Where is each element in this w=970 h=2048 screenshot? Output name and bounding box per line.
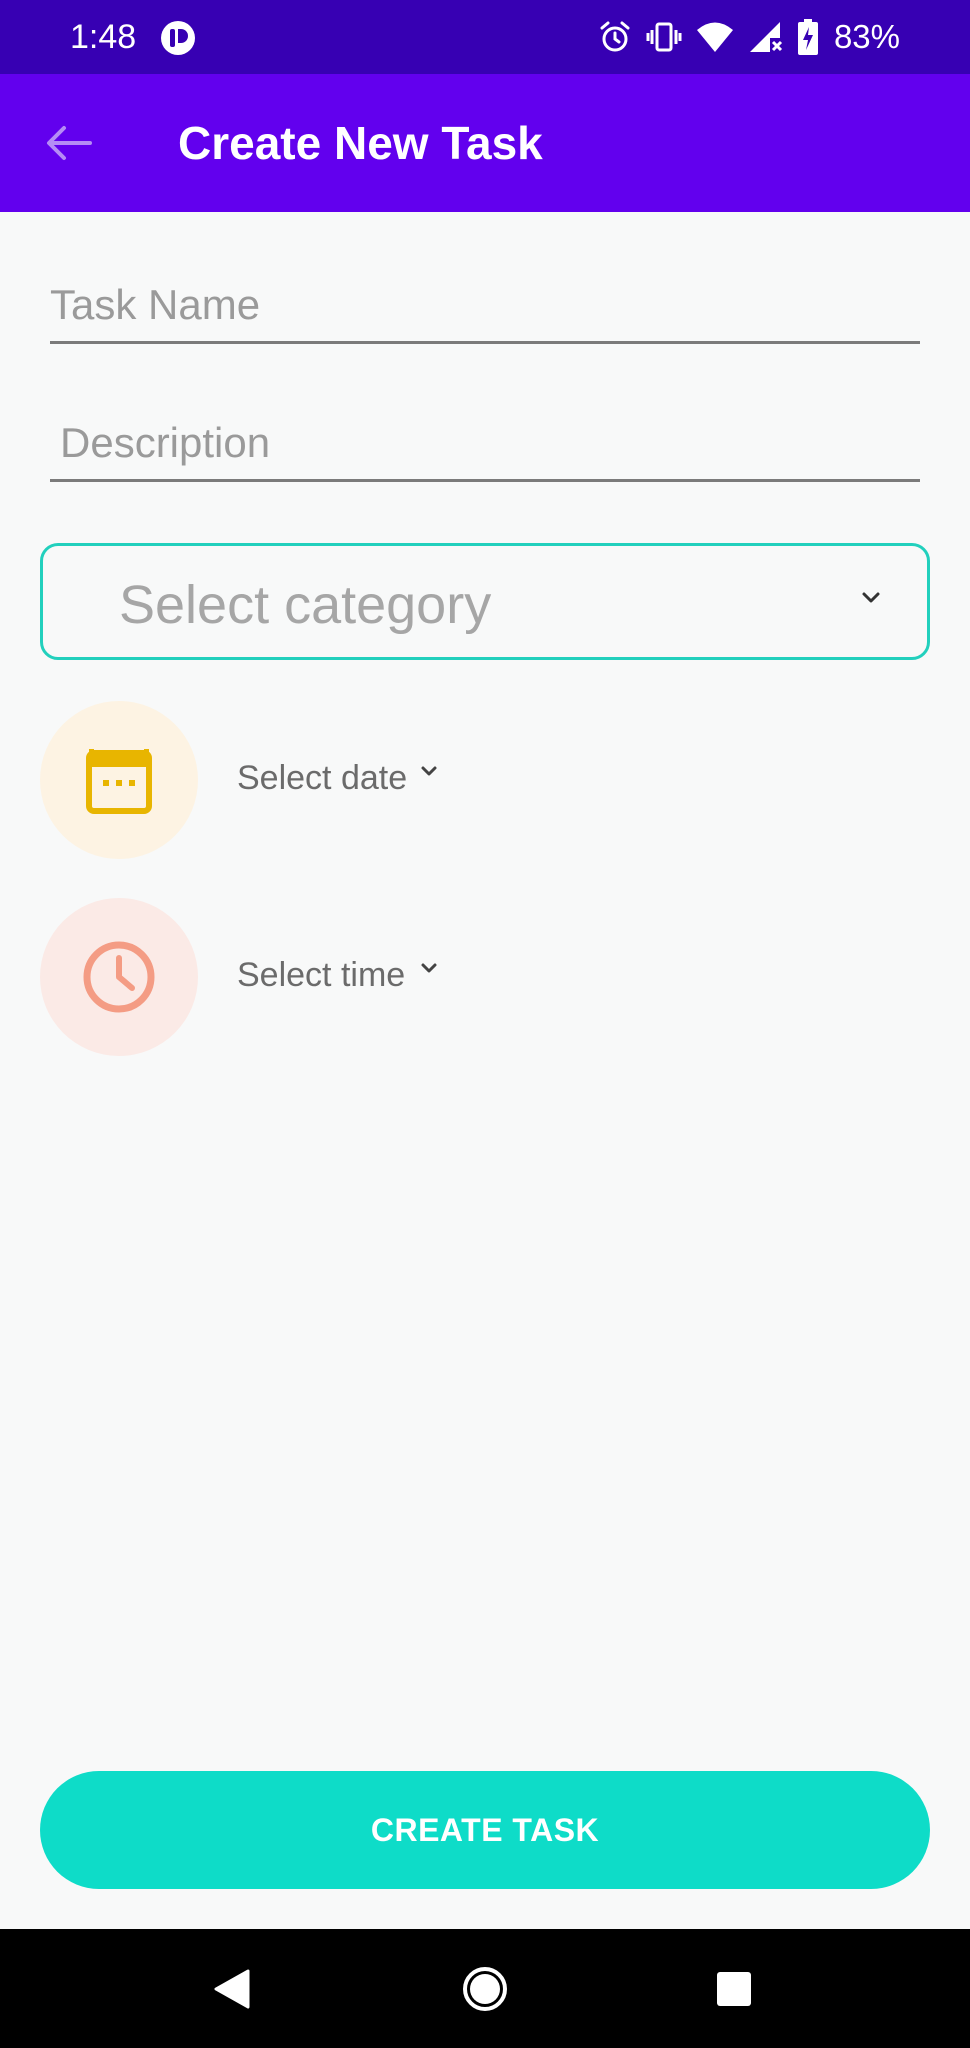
nav-recents-button[interactable] xyxy=(674,1929,794,2048)
clock-icon xyxy=(83,941,155,1013)
status-icons: 83% xyxy=(598,16,900,58)
status-bar: 1:48 83% xyxy=(0,0,970,74)
date-picker-label: Select date xyxy=(237,759,408,797)
nav-home-button[interactable] xyxy=(425,1929,545,2048)
status-time: 1:48 xyxy=(70,18,137,56)
chevron-down-icon xyxy=(862,592,880,603)
time-icon-circle xyxy=(40,898,198,1056)
time-picker[interactable]: Select time xyxy=(40,898,640,1056)
arrow-back-icon xyxy=(47,126,92,160)
nav-back-button[interactable] xyxy=(172,1929,292,2048)
signal-icon xyxy=(749,22,782,52)
alarm-icon xyxy=(600,21,630,52)
nav-recents-icon xyxy=(717,1971,751,2006)
create-task-button[interactable]: CREATE TASK xyxy=(40,1771,930,1889)
nav-back-icon xyxy=(214,1969,250,2008)
app-bar: Create New Task xyxy=(0,74,970,212)
category-select[interactable]: Select category xyxy=(40,543,930,660)
description-field xyxy=(50,402,920,482)
back-button[interactable] xyxy=(40,118,100,168)
page-title: Create New Task xyxy=(178,117,543,169)
date-icon-circle xyxy=(40,701,198,859)
date-picker[interactable]: Select date xyxy=(40,701,640,859)
battery-charging-icon xyxy=(797,19,818,55)
category-select-label: Select category xyxy=(119,575,492,635)
wifi-icon xyxy=(696,22,733,52)
nav-home-icon xyxy=(463,1966,507,2011)
task-name-field xyxy=(50,264,920,344)
chevron-down-icon xyxy=(421,963,437,973)
navigation-bar xyxy=(0,1929,970,2048)
description-input[interactable] xyxy=(60,415,920,471)
task-name-input[interactable] xyxy=(50,277,920,333)
create-task-screen: 1:48 83% Create New Task Task Name Descr… xyxy=(0,0,970,2048)
app-notification-icon xyxy=(161,21,195,55)
battery-percentage: 83% xyxy=(833,18,900,55)
time-picker-label: Select time xyxy=(237,956,406,994)
vibrate-icon xyxy=(646,22,682,52)
calendar-icon xyxy=(86,749,152,814)
chevron-down-icon xyxy=(421,766,437,776)
